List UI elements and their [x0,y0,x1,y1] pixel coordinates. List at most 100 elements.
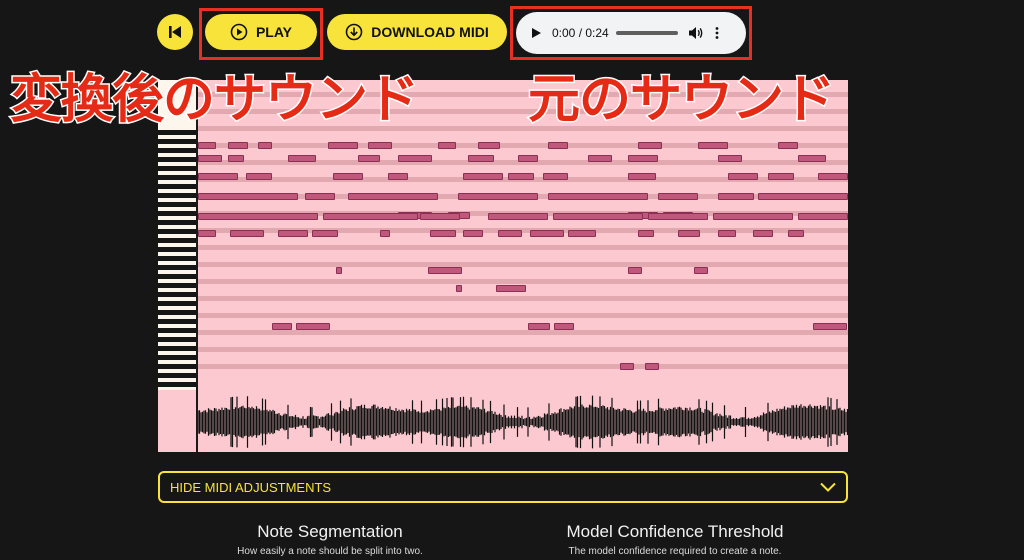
note-segmentation-section: Note Segmentation How easily a note shou… [190,522,470,557]
midi-note[interactable] [678,230,700,237]
piano-keys-footer [158,390,196,452]
midi-note[interactable] [272,323,292,330]
midi-note[interactable] [713,213,793,220]
midi-note[interactable] [768,173,794,180]
midi-note[interactable] [198,155,222,162]
midi-note[interactable] [398,155,432,162]
note-segmentation-title: Note Segmentation [257,522,403,541]
midi-note[interactable] [278,230,308,237]
midi-note[interactable] [628,173,656,180]
midi-note[interactable] [428,267,462,274]
midi-note[interactable] [496,285,526,292]
midi-note[interactable] [228,142,248,149]
midi-note[interactable] [328,142,358,149]
midi-note[interactable] [638,230,654,237]
midi-note[interactable] [430,230,456,237]
midi-note[interactable] [694,267,708,274]
rewind-button[interactable] [157,14,193,50]
midi-note[interactable] [568,230,596,237]
midi-note[interactable] [258,142,272,149]
black-key [158,364,196,369]
midi-note[interactable] [312,230,338,237]
confidence-threshold-description: The model confidence required to create … [568,546,782,557]
midi-note[interactable] [628,155,658,162]
black-key [158,247,196,252]
black-key [158,202,196,207]
midi-note[interactable] [198,193,298,200]
midi-note[interactable] [463,173,503,180]
midi-note[interactable] [368,142,392,149]
download-midi-button[interactable]: DOWNLOAD MIDI [327,14,507,50]
midi-note[interactable] [530,230,564,237]
midi-note[interactable] [463,230,483,237]
midi-note[interactable] [698,142,728,149]
note-segmentation-description: How easily a note should be split into t… [237,546,423,557]
midi-note[interactable] [554,323,574,330]
midi-note[interactable] [728,173,758,180]
midi-note[interactable] [628,267,642,274]
midi-note[interactable] [228,155,244,162]
pitch-lane [198,313,848,318]
midi-note[interactable] [508,173,534,180]
midi-note[interactable] [798,155,826,162]
download-midi-label: DOWNLOAD MIDI [371,24,489,40]
midi-note[interactable] [588,155,612,162]
midi-note[interactable] [798,213,848,220]
midi-note[interactable] [198,213,318,220]
midi-note[interactable] [548,142,568,149]
midi-note[interactable] [336,267,342,274]
midi-note[interactable] [788,230,804,237]
midi-note[interactable] [230,230,264,237]
midi-note[interactable] [305,193,335,200]
midi-note[interactable] [718,193,754,200]
midi-note[interactable] [348,193,438,200]
midi-note[interactable] [296,323,330,330]
midi-note[interactable] [358,155,380,162]
midi-note[interactable] [813,323,847,330]
midi-note[interactable] [498,230,522,237]
midi-note[interactable] [333,173,363,180]
midi-note[interactable] [518,155,538,162]
original-sound-label: 元のサウンド [526,70,836,130]
midi-note[interactable] [753,230,773,237]
midi-note[interactable] [380,230,390,237]
midi-note[interactable] [388,173,408,180]
black-key [158,238,196,243]
midi-note[interactable] [543,173,568,180]
black-key [158,310,196,315]
midi-note[interactable] [620,363,634,370]
black-key [158,229,196,234]
midi-note[interactable] [438,142,456,149]
midi-note[interactable] [638,142,662,149]
midi-note[interactable] [323,213,418,220]
midi-note[interactable] [468,155,494,162]
midi-note[interactable] [758,193,848,200]
midi-note[interactable] [548,193,648,200]
pitch-lane [198,364,848,369]
midi-note[interactable] [478,142,500,149]
black-key [158,184,196,189]
black-key [158,220,196,225]
midi-note[interactable] [456,285,462,292]
midi-note[interactable] [553,213,643,220]
midi-adjustments-toggle[interactable]: HIDE MIDI ADJUSTMENTS [158,471,848,503]
midi-note[interactable] [458,193,538,200]
midi-note[interactable] [658,193,698,200]
midi-note[interactable] [645,363,659,370]
black-key [158,265,196,270]
midi-note[interactable] [718,230,736,237]
midi-note[interactable] [648,213,708,220]
piano-roll[interactable] [158,80,848,452]
midi-note[interactable] [818,173,848,180]
black-key [158,283,196,288]
midi-note[interactable] [246,173,272,180]
midi-note[interactable] [198,173,238,180]
midi-note[interactable] [420,213,460,220]
midi-note[interactable] [528,323,550,330]
midi-note[interactable] [198,142,216,149]
midi-note[interactable] [288,155,316,162]
midi-note[interactable] [488,213,548,220]
midi-note[interactable] [718,155,742,162]
midi-note[interactable] [198,230,216,237]
midi-note[interactable] [778,142,798,149]
